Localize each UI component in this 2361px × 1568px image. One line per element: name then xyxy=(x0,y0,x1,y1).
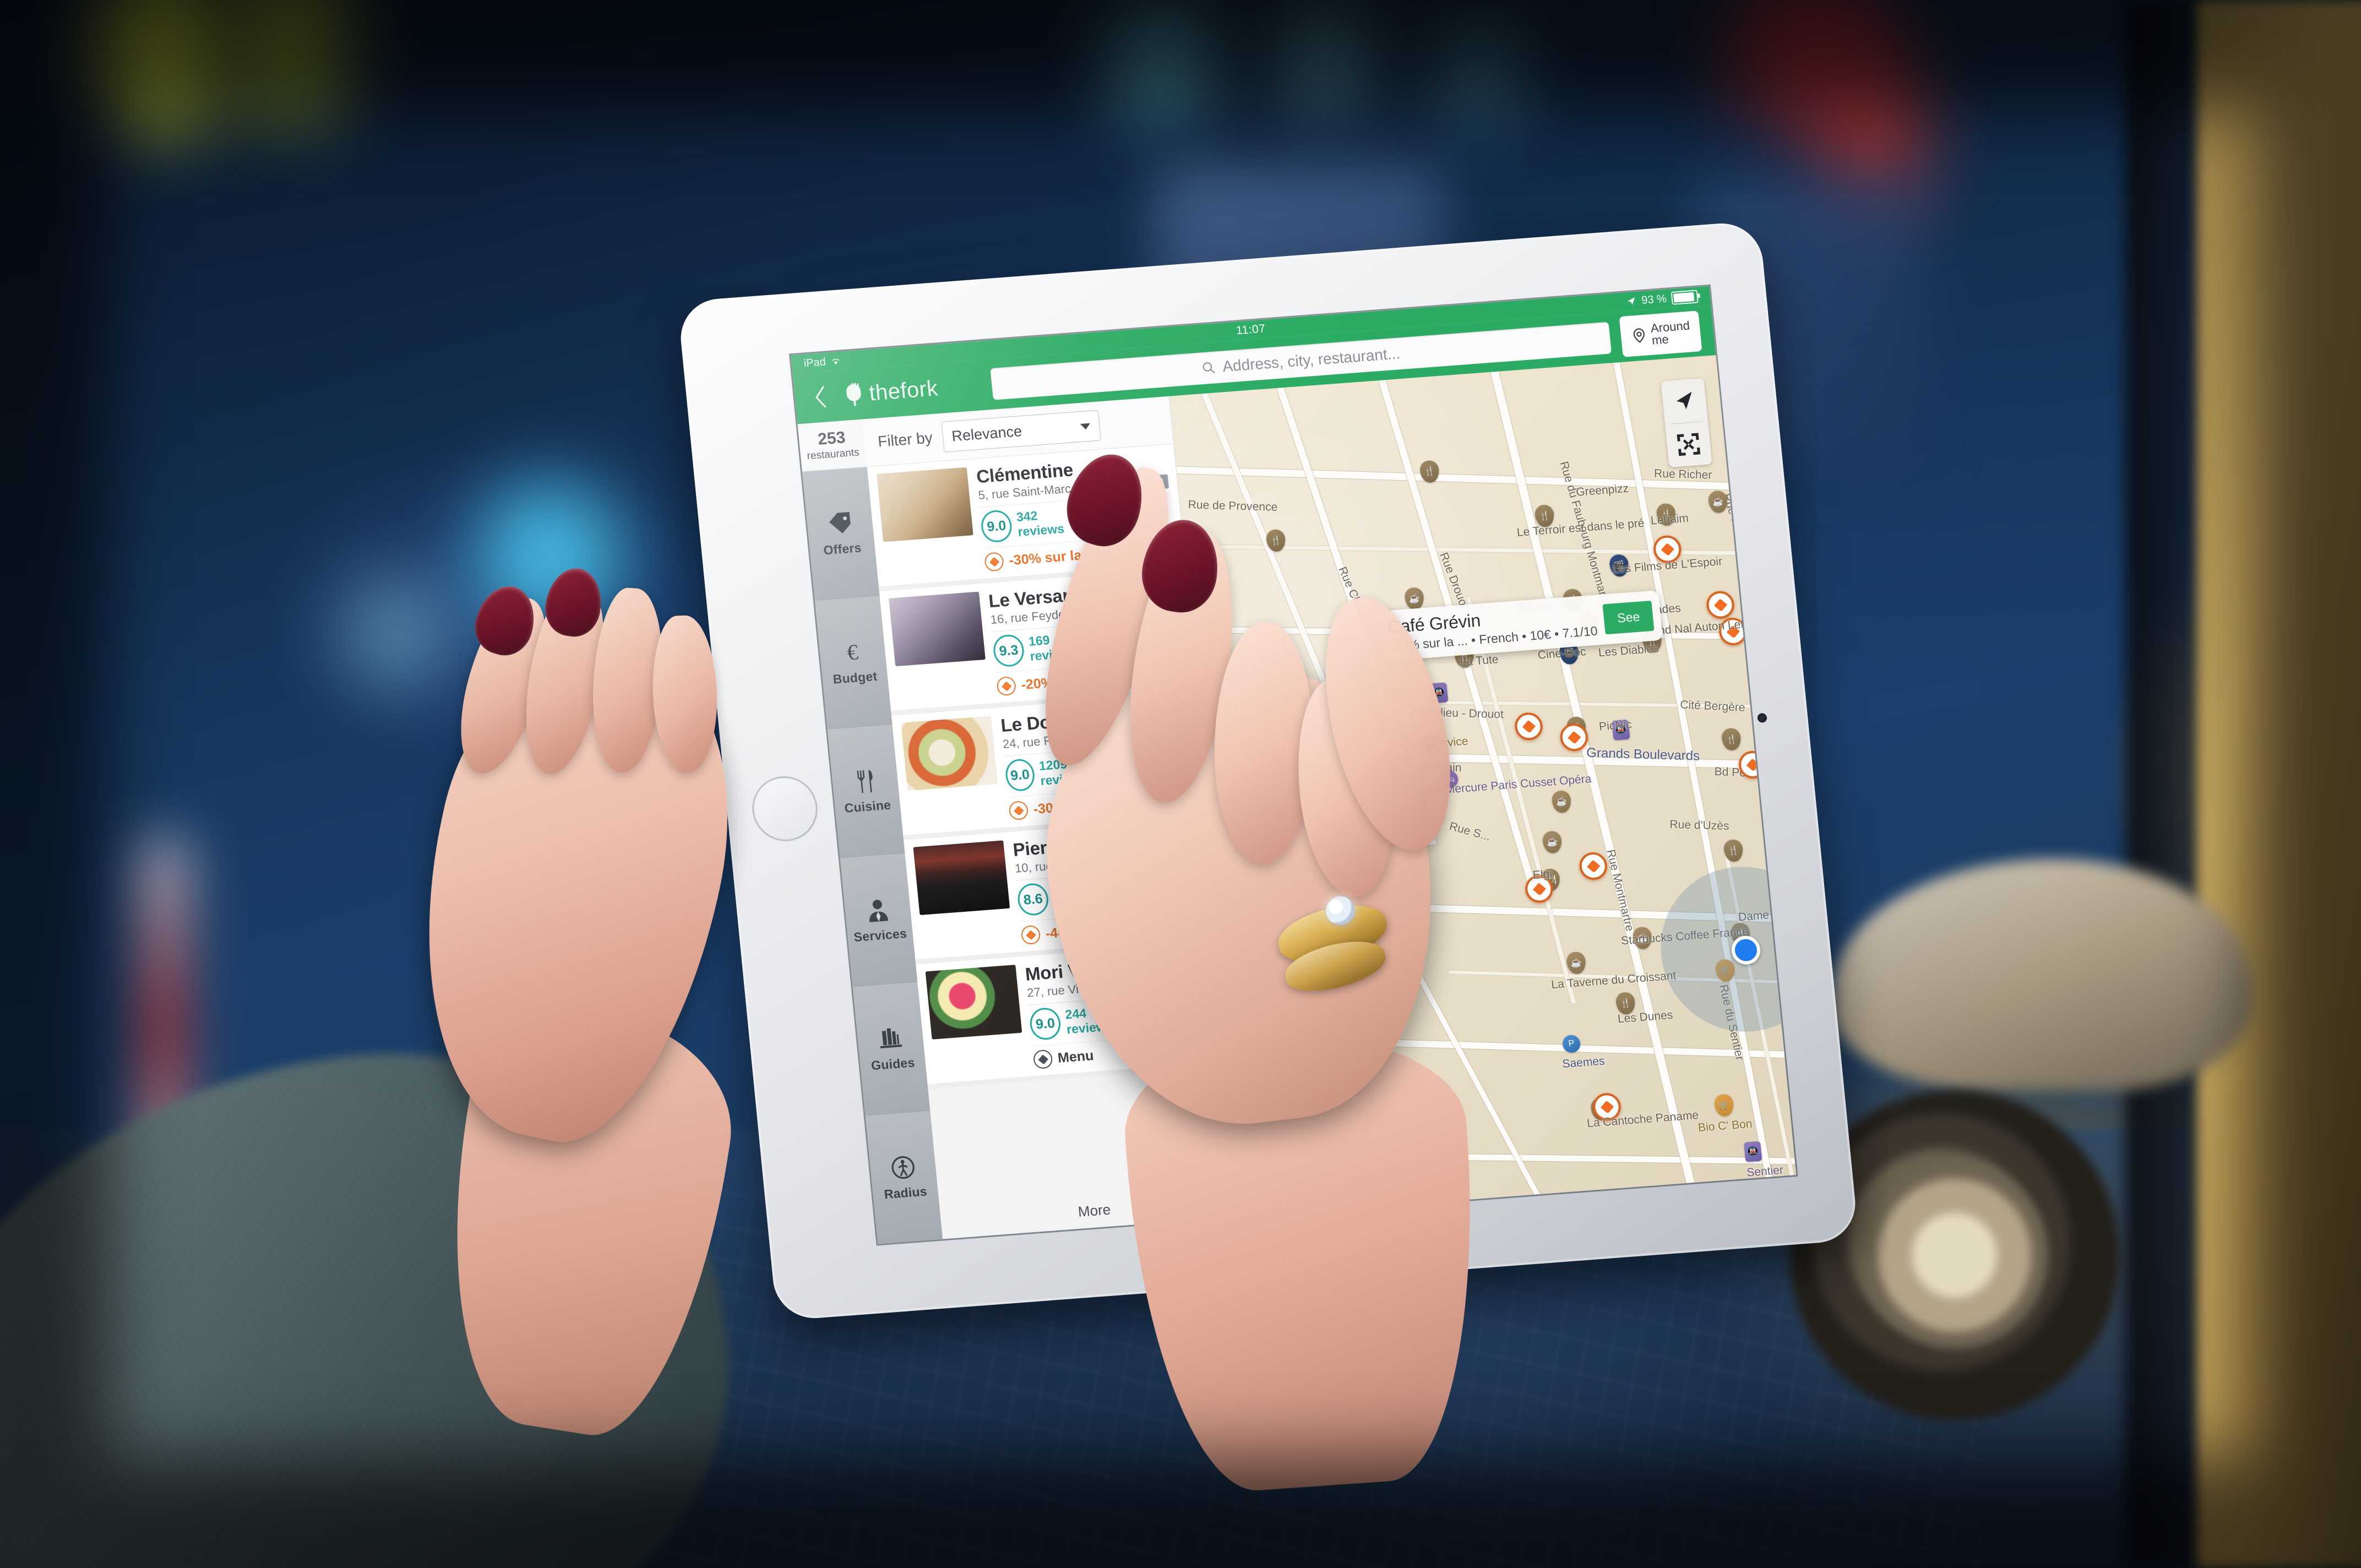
image-vignette xyxy=(0,0,2361,1568)
